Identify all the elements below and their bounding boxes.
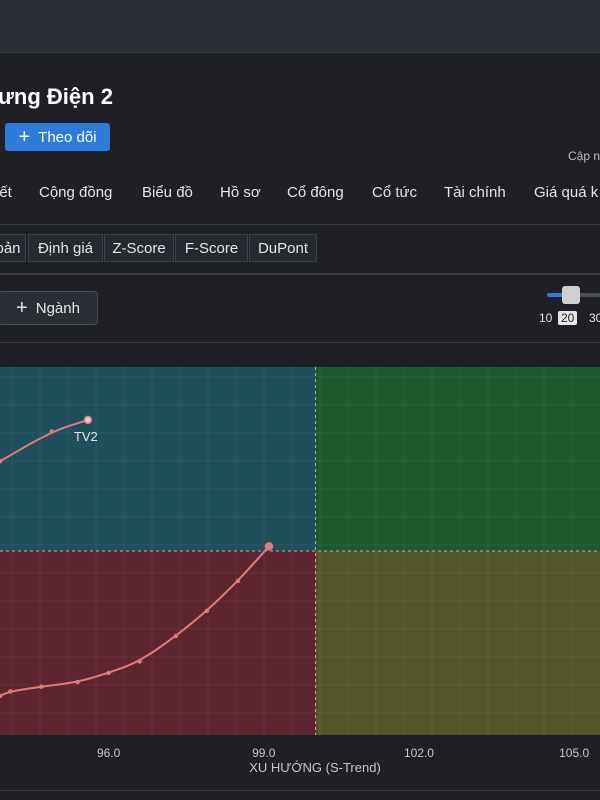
industry-label: Ngành xyxy=(35,299,80,317)
plus-icon: + xyxy=(16,297,28,319)
x-tick-label: 99.0 xyxy=(252,746,276,760)
update-text: Cập n xyxy=(568,149,600,163)
trail-point xyxy=(106,670,111,676)
subtab-accounting[interactable]: oản xyxy=(0,234,26,262)
tab-intro[interactable]: iết xyxy=(0,184,12,201)
main-tabs: iết Cộng đồng Biểu đồ Hồ sơ Cổ đông Cổ t… xyxy=(0,175,600,213)
subtab-z-score[interactable]: Z-Score xyxy=(104,234,174,262)
slider-label-10[interactable]: 10 xyxy=(539,311,552,325)
trail-point xyxy=(49,429,54,434)
tab-finance[interactable]: Tài chính xyxy=(444,184,506,201)
trail-point xyxy=(75,679,80,685)
trail-point xyxy=(83,415,93,425)
quadrant-bottom-left xyxy=(0,551,316,735)
tab-chart[interactable]: Biểu đồ xyxy=(142,184,193,201)
follow-label: Theo dõi xyxy=(38,128,97,146)
period-slider-thumb[interactable] xyxy=(562,286,580,304)
x-tick-label: 96.0 xyxy=(97,746,121,760)
tab-shareholders[interactable]: Cổ đông xyxy=(287,184,344,201)
rrg-chart: TV2 96.0 99.0 102.0 105.0 XU HƯỚNG (S-Trend… xyxy=(0,367,600,775)
x-axis-label: XU HƯỚNG (S-Trend) xyxy=(249,760,381,775)
trail-point xyxy=(235,578,241,584)
tab-price-history[interactable]: Giá quá k xyxy=(534,184,598,201)
x-axis-ticks: 96.0 99.0 102.0 105.0 xyxy=(97,746,590,760)
divider xyxy=(0,273,600,275)
divider xyxy=(0,342,600,343)
subtab-dupont[interactable]: DuPont xyxy=(249,234,317,262)
tab-profile[interactable]: Hồ sơ xyxy=(220,184,261,201)
subtab-valuation[interactable]: Định giá xyxy=(28,234,103,262)
series-label: TV2 xyxy=(74,429,98,444)
slider-label-30[interactable]: 30 xyxy=(589,311,600,325)
trail-point xyxy=(264,542,274,551)
subtab-f-score[interactable]: F-Score xyxy=(175,234,248,262)
tab-dividends[interactable]: Cổ tức xyxy=(372,184,417,201)
tab-community[interactable]: Cộng đồng xyxy=(39,184,112,201)
slider-label-20[interactable]: 20 xyxy=(558,311,578,325)
plus-icon: + xyxy=(18,126,31,148)
trail-point xyxy=(173,633,179,639)
x-tick-label: 102.0 xyxy=(404,746,434,760)
quadrant-top-right xyxy=(315,367,600,551)
trail-point xyxy=(204,608,210,613)
add-industry-button[interactable]: + Ngành xyxy=(0,291,98,325)
trail-point xyxy=(8,689,13,694)
x-tick-label: 105.0 xyxy=(559,746,589,760)
page-title: ưng Điện 2 xyxy=(0,84,113,109)
divider xyxy=(0,790,600,791)
top-bar xyxy=(0,0,600,53)
follow-button[interactable]: + Theo dõi xyxy=(5,123,110,151)
quadrant-bottom-right xyxy=(315,551,600,735)
trail-point xyxy=(137,659,142,664)
divider xyxy=(0,224,600,225)
trail-point xyxy=(39,684,44,689)
quadrant-top-left xyxy=(0,367,316,551)
